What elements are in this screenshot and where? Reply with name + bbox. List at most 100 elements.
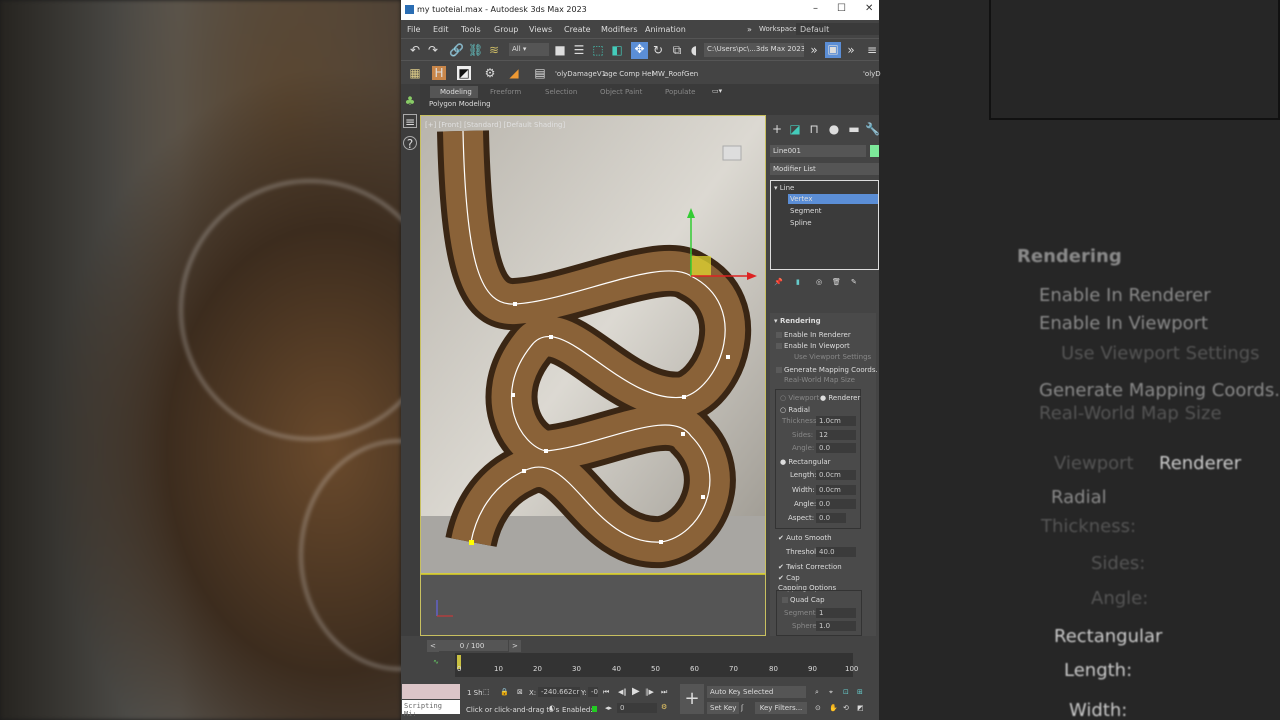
viewport-label[interactable]: [+] [Front] [Standard] [Default Shading] xyxy=(425,121,565,129)
viewport-front[interactable]: [+] [Front] [Standard] [Default Shading] xyxy=(420,115,766,636)
script-poly-d[interactable]: 'olyD xyxy=(863,70,881,78)
maximize-button[interactable]: ☐ xyxy=(837,3,846,14)
maxscript-listener-output[interactable] xyxy=(402,684,460,699)
twist-correction-checkbox[interactable]: ✔ Twist Correction xyxy=(778,563,842,571)
project-path-dropdown[interactable]: C:\Users\pc\...3ds Max 2023 ▾ xyxy=(704,43,804,57)
lock-selection-icon[interactable]: 🔒 xyxy=(500,688,509,696)
zoom-icon[interactable]: ⌕ xyxy=(815,688,819,697)
remove-modifier-icon[interactable]: 🗑 xyxy=(832,278,841,286)
stack-item-vertex[interactable]: Vertex xyxy=(790,195,813,203)
polygon-modeling-panel[interactable]: Polygon Modeling xyxy=(429,100,491,108)
play-icon[interactable]: ▶ xyxy=(632,686,640,697)
close-button[interactable]: ✕ xyxy=(865,3,873,14)
maximize-viewport-icon[interactable]: ◩ xyxy=(857,704,864,712)
stack-item-spline[interactable]: Spline xyxy=(790,219,812,227)
render-icon[interactable]: ◢ xyxy=(507,66,521,80)
radial-radio[interactable]: ○ Radial xyxy=(780,406,810,414)
zoom-extents-icon[interactable]: ⊡ xyxy=(843,688,849,696)
enable-in-viewport-checkbox[interactable]: Enable In Viewport xyxy=(784,342,850,350)
y-coordinate-field[interactable]: -0 xyxy=(588,687,598,697)
layers-icon[interactable]: ≡ xyxy=(865,43,879,57)
undo-icon[interactable]: ↶ xyxy=(408,43,422,57)
threshold-spinner[interactable]: 40.0 xyxy=(816,547,856,557)
tab-object-paint[interactable]: Object Paint xyxy=(600,88,642,96)
tab-modeling[interactable]: Modeling xyxy=(440,88,472,96)
window-crossing-icon[interactable]: ◧ xyxy=(610,43,624,57)
script-comp-helper[interactable]: age Comp Hel xyxy=(604,70,653,78)
thickness-spinner[interactable]: 1.0cm xyxy=(816,416,856,426)
help-icon[interactable]: ? xyxy=(403,136,417,151)
select-object-icon[interactable]: ■ xyxy=(553,43,567,57)
selection-filter-dropdown[interactable]: All ▾ xyxy=(509,43,549,56)
stack-item-segment[interactable]: Segment xyxy=(790,207,822,215)
isolate-icon[interactable]: ⬚ xyxy=(483,688,490,696)
key-tangent-icon[interactable]: ʃ xyxy=(741,704,743,712)
minimize-button[interactable]: – xyxy=(813,3,818,14)
auto-key-button[interactable]: Auto Key xyxy=(707,686,745,698)
prev-key-icon[interactable]: ◀‖ xyxy=(618,688,627,696)
key-mode-dropdown[interactable]: Selected xyxy=(740,686,806,698)
scale-icon[interactable]: ⧉ xyxy=(670,43,684,57)
tab-selection[interactable]: Selection xyxy=(545,88,577,96)
generate-mapping-coords-checkbox[interactable]: Generate Mapping Coords. xyxy=(784,366,878,374)
quad-cap-checkbox[interactable]: Quad Cap xyxy=(790,596,825,604)
redo-icon[interactable]: ↷ xyxy=(426,43,440,57)
tab-freeform[interactable]: Freeform xyxy=(490,88,521,96)
unlink-icon[interactable]: ⛓ xyxy=(468,43,483,57)
move-icon[interactable]: ✥ xyxy=(631,42,648,59)
curve-editor-icon[interactable]: ∿ xyxy=(433,658,439,666)
hierarchy-tab-icon[interactable]: ⊓ xyxy=(807,122,821,136)
maxscript-input[interactable]: Scripting Mi: xyxy=(402,700,460,718)
scene-icon[interactable]: ♣ xyxy=(403,94,417,108)
orbit-icon[interactable]: ⟲ xyxy=(843,704,849,712)
configure-sets-icon[interactable]: ✎ xyxy=(851,278,857,286)
pan-icon[interactable]: ✋ xyxy=(829,704,838,712)
track-bar[interactable]: 0 10 20 30 40 50 60 70 80 90 100 xyxy=(455,653,858,677)
menu-edit[interactable]: Edit xyxy=(433,25,449,34)
render-setup-icon[interactable]: ⚙ xyxy=(483,66,497,80)
time-config-icon[interactable]: ⚙ xyxy=(661,703,667,711)
viewport-radio[interactable]: ○ Viewport xyxy=(780,394,819,402)
utilities-tab-icon[interactable]: 🔧 xyxy=(865,122,880,136)
modifier-list-dropdown[interactable]: Modifier List xyxy=(770,163,879,175)
scene-explorer-icon[interactable]: ▦ xyxy=(408,66,422,80)
show-end-result-icon[interactable]: ▮ xyxy=(796,278,800,286)
menu-file[interactable]: File xyxy=(407,25,420,34)
link-icon[interactable]: 🔗 xyxy=(449,43,464,57)
bind-space-warp-icon[interactable]: ≋ xyxy=(487,43,501,57)
segments-spinner[interactable]: 1 xyxy=(816,608,856,618)
material-icon[interactable]: H xyxy=(432,66,446,80)
next-frame-button[interactable]: > xyxy=(509,640,521,652)
sphere-spinner[interactable]: 1.0 xyxy=(816,621,856,631)
save-icon[interactable]: ▣ xyxy=(825,42,841,58)
auto-smooth-checkbox[interactable]: ✔ Auto Smooth xyxy=(778,534,832,542)
create-tab-icon[interactable]: + xyxy=(770,122,784,136)
adaptive-degradation-icon[interactable]: ◐ xyxy=(549,704,555,712)
rect-angle-spinner[interactable]: 0.0 xyxy=(816,499,856,509)
script-roof-gen[interactable]: MW_RoofGen xyxy=(652,70,698,78)
rect-selection-icon[interactable]: ⬚ xyxy=(591,43,605,57)
enabled-indicator[interactable] xyxy=(592,706,597,712)
ribbon-options-icon[interactable]: ▭▾ xyxy=(712,87,722,95)
render-frame-icon[interactable]: ◩ xyxy=(457,66,471,80)
length-spinner[interactable]: 0.0cm xyxy=(816,470,856,480)
use-viewport-settings-checkbox[interactable]: Use Viewport Settings xyxy=(794,353,871,361)
placement-icon[interactable]: ◖ xyxy=(687,43,701,57)
zoom-extents-all-icon[interactable]: ⊞ xyxy=(857,688,863,696)
object-color-swatch[interactable] xyxy=(870,145,879,157)
rendering-rollout-title[interactable]: ▾ Rendering xyxy=(774,317,821,325)
field-of-view-icon[interactable]: ⊙ xyxy=(815,704,821,712)
current-frame-field[interactable]: 0 xyxy=(617,703,657,713)
sides-spinner[interactable]: 12 xyxy=(816,430,856,440)
display-tab-icon[interactable]: ▬ xyxy=(847,122,861,136)
select-by-name-icon[interactable]: ☰ xyxy=(572,43,586,57)
zoom-all-icon[interactable]: ⌖ xyxy=(829,688,833,697)
cap-checkbox[interactable]: ✔ Cap xyxy=(778,574,800,582)
enable-in-renderer-checkbox[interactable]: Enable In Renderer xyxy=(784,331,851,339)
key-mode-icon[interactable]: ◂▸ xyxy=(605,704,612,712)
workspace-dropdown[interactable]: Default xyxy=(796,23,879,35)
rotate-icon[interactable]: ↻ xyxy=(651,43,665,57)
menu-animation[interactable]: Animation xyxy=(645,25,686,34)
explorer-icon[interactable]: ≡ xyxy=(403,114,417,129)
script-poly-damage[interactable]: 'olyDamageV1 xyxy=(555,70,606,78)
